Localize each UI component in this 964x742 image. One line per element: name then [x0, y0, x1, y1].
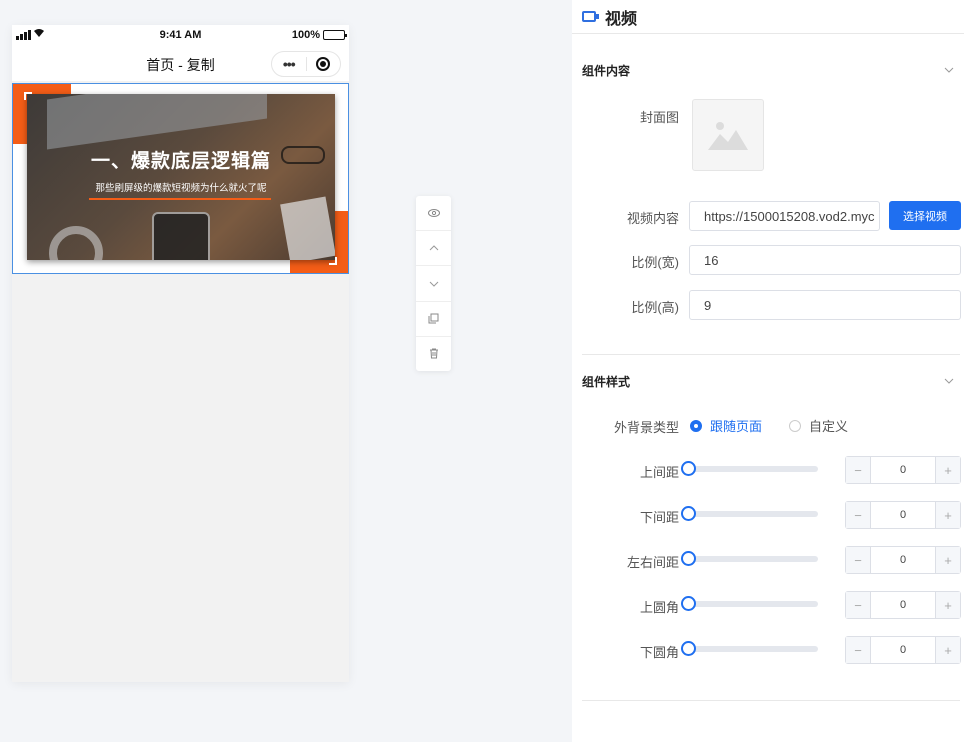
decrement-button[interactable]: − [846, 547, 871, 573]
panel-header: 视频 [572, 0, 964, 34]
banner-title: 一、爆款底层逻辑篇 [90, 151, 271, 172]
slider-handle[interactable] [681, 461, 696, 476]
bg-type-label: 外背景类型 [613, 420, 679, 435]
section-title: 组件内容 [582, 63, 631, 78]
slider-handle[interactable] [681, 596, 696, 611]
side-margin-label: 左右间距 [626, 555, 679, 570]
stepper-value[interactable]: 0 [871, 554, 935, 566]
stepper-value[interactable]: 0 [871, 644, 935, 656]
choose-video-button[interactable]: 选择视频 [889, 201, 961, 230]
video-content-label: 视频内容 [626, 211, 679, 226]
side-margin-stepper[interactable]: − 0 + [845, 546, 961, 574]
bottom-margin-stepper[interactable]: − 0 + [845, 501, 961, 529]
decrement-button[interactable]: − [846, 637, 871, 663]
top-margin-slider[interactable] [681, 461, 818, 476]
target-icon [316, 57, 331, 71]
status-bar: 9:41 AM 100% [12, 25, 349, 47]
mini-app-navbar: 首页 - 复制 ••• [12, 47, 349, 81]
radio-dot [789, 419, 801, 432]
bottom-radius-stepper[interactable]: − 0 + [845, 636, 961, 664]
phone-preview: 9:41 AM 100% 首页 - 复制 ••• 一、爆款底层逻辑篇 那些刷屏级… [12, 25, 349, 682]
corner-bracket [329, 257, 337, 265]
chevron-down-icon[interactable] [944, 65, 954, 76]
stepper-value[interactable]: 0 [871, 464, 935, 476]
battery-icon [323, 30, 347, 40]
increment-button[interactable]: + [935, 457, 960, 483]
slider-handle[interactable] [681, 551, 696, 566]
slider-handle[interactable] [681, 641, 696, 656]
chevron-down-icon[interactable] [944, 376, 954, 387]
chevron-up-icon[interactable] [416, 231, 451, 267]
stepper-value[interactable]: 0 [871, 509, 935, 521]
style-section-header[interactable]: 组件样式 [582, 371, 954, 391]
corner-bracket [24, 92, 32, 100]
top-radius-slider[interactable] [681, 596, 818, 611]
height-ratio-label: 比例(高) [631, 300, 679, 315]
radio-dot [690, 419, 702, 432]
settings-panel: 视频 组件内容 封面图 视频内容 https://1500015208.vod2… [572, 0, 964, 742]
banner-underline [89, 198, 271, 200]
top-margin-label: 上间距 [639, 465, 679, 480]
mini-app-capsule: ••• [271, 51, 341, 77]
panel-title: 视频 [605, 10, 638, 28]
radio-follow-page[interactable]: 跟随页面 [690, 416, 762, 435]
banner-subtitle: 那些刷屏级的爆款短视频为什么就火了呢 [95, 183, 267, 194]
increment-button[interactable]: + [935, 637, 960, 663]
radio-custom[interactable]: 自定义 [789, 416, 848, 435]
image-placeholder-icon [708, 122, 748, 150]
section-divider [582, 354, 960, 355]
trash-icon[interactable] [416, 337, 451, 371]
chevron-down-icon[interactable] [416, 266, 451, 302]
top-radius-stepper[interactable]: − 0 + [845, 591, 961, 619]
copy-icon[interactable] [416, 302, 451, 337]
close-button[interactable] [307, 57, 341, 71]
stepper-value[interactable]: 0 [871, 599, 935, 611]
cover-image-picker[interactable] [692, 99, 764, 171]
top-margin-stepper[interactable]: − 0 + [845, 456, 961, 484]
video-icon [582, 11, 599, 22]
side-margin-slider[interactable] [681, 551, 818, 566]
decrement-button[interactable]: − [846, 592, 871, 618]
increment-button[interactable]: + [935, 547, 960, 573]
component-toolbar [416, 196, 451, 371]
more-button[interactable]: ••• [272, 57, 306, 71]
bottom-radius-slider[interactable] [681, 641, 818, 656]
bottom-margin-slider[interactable] [681, 506, 818, 521]
height-ratio-input[interactable]: 9 [689, 290, 961, 320]
content-section-header[interactable]: 组件内容 [582, 60, 954, 80]
video-cover-banner: 一、爆款底层逻辑篇 那些刷屏级的爆款短视频为什么就火了呢 [27, 94, 335, 260]
video-url-input[interactable]: https://1500015208.vod2.myc [689, 201, 880, 231]
section-divider [582, 700, 960, 701]
slider-handle[interactable] [681, 506, 696, 521]
width-ratio-input[interactable]: 16 [689, 245, 961, 275]
cover-label: 封面图 [639, 110, 679, 125]
decrement-button[interactable]: − [846, 457, 871, 483]
bottom-radius-label: 下圆角 [639, 645, 679, 660]
section-title: 组件样式 [582, 374, 631, 389]
width-ratio-label: 比例(宽) [631, 255, 679, 270]
decrement-button[interactable]: − [846, 502, 871, 528]
increment-button[interactable]: + [935, 502, 960, 528]
battery-indicator: 100% [291, 29, 347, 41]
video-component-selected[interactable]: 一、爆款底层逻辑篇 那些刷屏级的爆款短视频为什么就火了呢 [12, 83, 349, 274]
eye-icon[interactable] [416, 196, 451, 232]
battery-percent: 100% [291, 29, 320, 41]
bottom-margin-label: 下间距 [639, 510, 679, 525]
increment-button[interactable]: + [935, 592, 960, 618]
top-radius-label: 上圆角 [639, 600, 679, 615]
